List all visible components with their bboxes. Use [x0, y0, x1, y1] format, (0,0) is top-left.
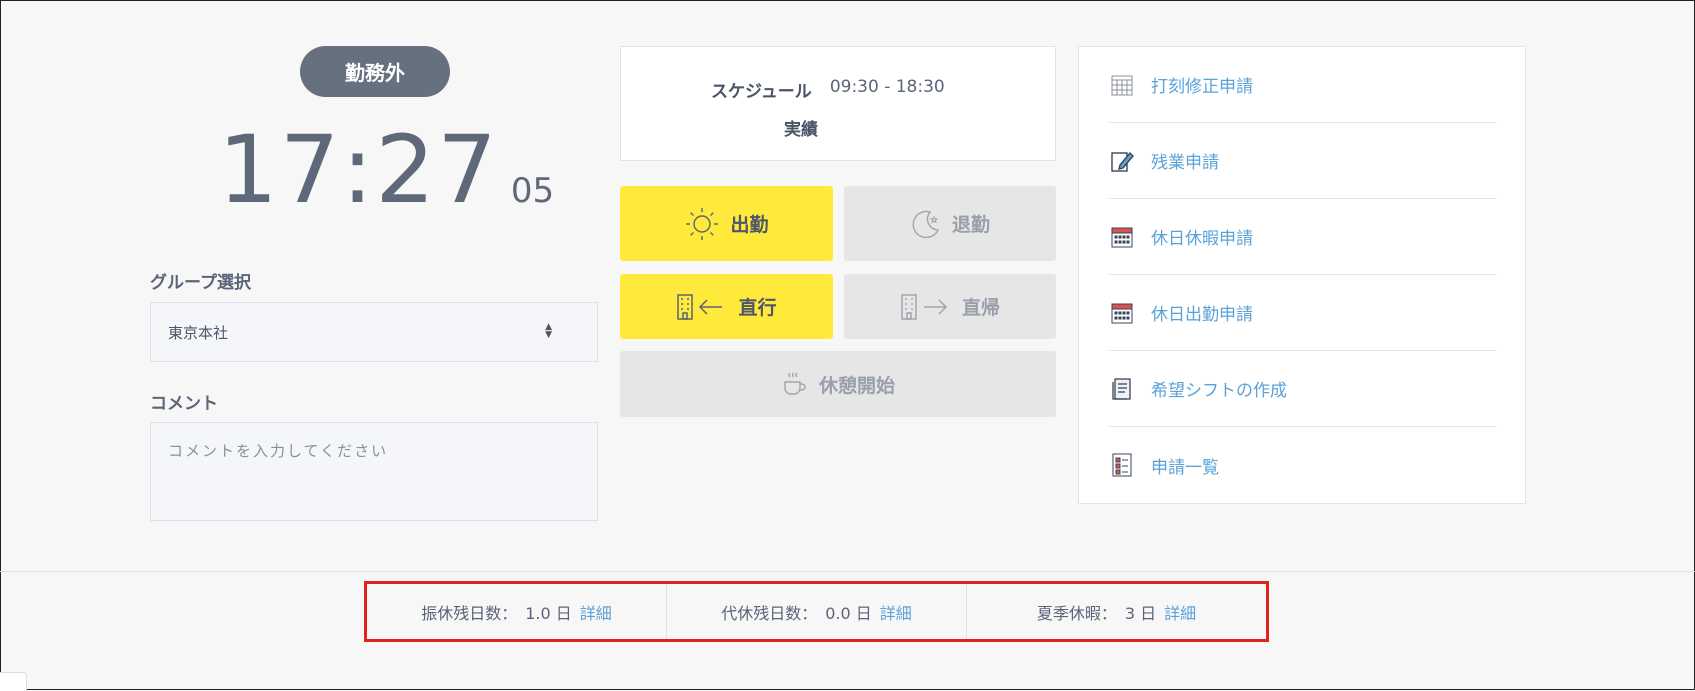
- schedule-row: スケジュール 09:30 - 18:30: [711, 77, 945, 102]
- clock-in-button[interactable]: 出勤: [620, 186, 833, 261]
- menu-item-label: 申請一覧: [1151, 457, 1219, 478]
- summer-leave-balance: 夏季休暇： 3 日 詳細: [967, 584, 1266, 639]
- menu-item-overtime[interactable]: 残業申請: [1109, 123, 1497, 199]
- request-menu: 打刻修正申請 残業申請 休日休暇申請 休日出勤申請 希望シフトの作成 申請一覧: [1078, 46, 1526, 504]
- direct-go-label: 直行: [738, 297, 777, 319]
- calendar-red-icon: [1109, 300, 1135, 326]
- balance-value: 0.0 日: [825, 603, 872, 623]
- document-icon: [1109, 376, 1135, 402]
- menu-item-shift-request[interactable]: 希望シフトの作成: [1109, 351, 1497, 427]
- schedule-card: スケジュール 09:30 - 18:30 実績: [620, 46, 1056, 161]
- direct-return-label: 直帰: [961, 297, 1000, 319]
- checklist-icon: [1109, 452, 1135, 478]
- clock-time: 17:27: [218, 116, 499, 225]
- menu-item-holiday-work[interactable]: 休日出勤申請: [1109, 275, 1497, 351]
- menu-item-holiday-leave[interactable]: 休日休暇申請: [1109, 199, 1497, 275]
- clock-in-label: 出勤: [730, 214, 769, 236]
- break-start-label: 休憩開始: [818, 374, 895, 397]
- footer-divider: [0, 571, 1695, 572]
- coffee-cup-icon: [781, 370, 809, 398]
- clock-out-label: 退勤: [951, 214, 990, 236]
- balance-value: 3 日: [1124, 603, 1157, 623]
- clock-seconds: 05: [510, 171, 555, 211]
- comment-label: コメント: [150, 394, 218, 414]
- balance-label: 振休残日数：: [421, 603, 518, 623]
- menu-item-punch-correction[interactable]: 打刻修正申請: [1109, 47, 1497, 123]
- menu-item-label: 休日休暇申請: [1151, 229, 1253, 249]
- balance-label: 夏季休暇：: [1036, 603, 1117, 623]
- calendar-red-icon: [1109, 224, 1135, 250]
- schedule-label: スケジュール: [711, 82, 812, 102]
- leave-balance-summary: 振休残日数： 1.0 日 詳細 代休残日数： 0.0 日 詳細 夏季休暇： 3 …: [364, 581, 1269, 642]
- menu-item-label: 残業申請: [1151, 153, 1219, 173]
- actual-label: 実績: [784, 120, 818, 140]
- direct-return-button[interactable]: 直帰: [844, 274, 1056, 339]
- building-arrow-right-icon: [900, 293, 952, 321]
- select-caret-icon: ▲ ▼: [545, 322, 552, 340]
- calendar-grid-icon: [1109, 72, 1135, 98]
- group-select-label: グループ選択: [150, 273, 251, 293]
- group-select-value: 東京本社: [168, 323, 229, 342]
- group-select[interactable]: 東京本社 ▲ ▼: [150, 302, 598, 362]
- menu-item-label: 希望シフトの作成: [1151, 381, 1287, 401]
- clock-out-button[interactable]: 退勤: [844, 186, 1056, 261]
- substitute-holiday-balance: 振休残日数： 1.0 日 詳細: [367, 584, 667, 639]
- detail-link[interactable]: 詳細: [880, 600, 912, 624]
- sun-icon: [684, 206, 720, 242]
- corner-tab: [0, 672, 27, 691]
- compensatory-leave-balance: 代休残日数： 0.0 日 詳細: [667, 584, 967, 639]
- detail-link[interactable]: 詳細: [580, 600, 612, 624]
- comment-textarea[interactable]: コメントを入力してください: [150, 422, 598, 521]
- balance-label: 代休残日数：: [721, 603, 818, 623]
- pencil-note-icon: [1109, 148, 1135, 174]
- menu-item-request-list[interactable]: 申請一覧: [1109, 427, 1497, 503]
- break-start-button[interactable]: 休憩開始: [620, 351, 1056, 417]
- direct-go-button[interactable]: 直行: [620, 274, 833, 339]
- building-arrow-left-icon: [676, 293, 728, 321]
- menu-item-label: 打刻修正申請: [1151, 77, 1253, 97]
- detail-link[interactable]: 詳細: [1164, 600, 1196, 624]
- menu-item-label: 休日出勤申請: [1151, 305, 1253, 325]
- status-badge: 勤務外: [300, 46, 450, 97]
- moon-icon: [910, 208, 942, 240]
- balance-value: 1.0 日: [525, 603, 572, 623]
- comment-placeholder: コメントを入力してください: [168, 442, 389, 460]
- schedule-time: 09:30 - 18:30: [829, 77, 945, 97]
- current-time: 17:27 05: [218, 116, 554, 226]
